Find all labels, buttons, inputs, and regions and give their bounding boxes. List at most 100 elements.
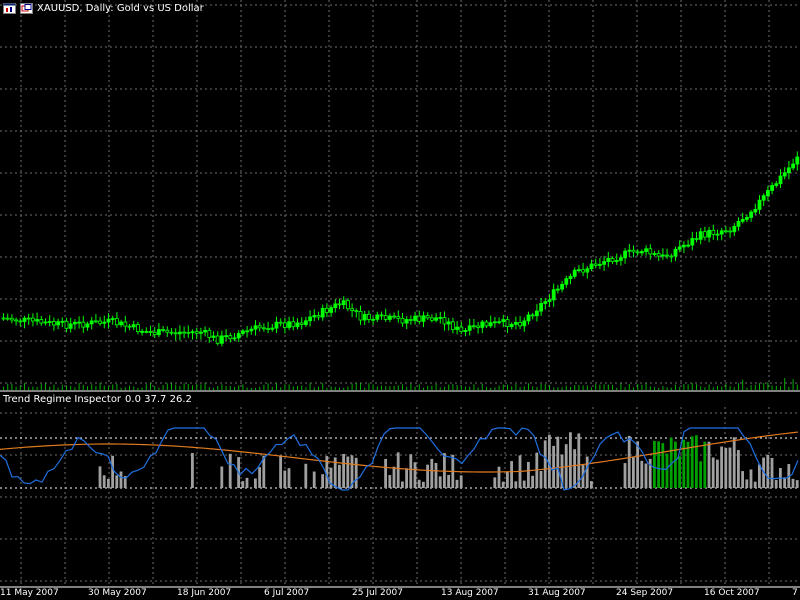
candle-body	[89, 320, 94, 325]
histogram-bar	[501, 481, 505, 488]
histogram-bar	[636, 441, 639, 488]
candle-body	[22, 317, 27, 322]
candle-body	[299, 322, 304, 325]
candle-body	[484, 321, 489, 327]
candle-body	[547, 299, 552, 302]
histogram-bar	[648, 458, 652, 488]
candle-body	[677, 246, 682, 250]
candle-body	[581, 269, 585, 273]
candle-body	[354, 310, 359, 312]
candle-body	[52, 321, 56, 326]
candle-body	[539, 303, 543, 312]
candle-body	[585, 268, 590, 273]
restore-window-icon[interactable]	[20, 2, 33, 14]
histogram-bar	[552, 445, 555, 488]
candle-body	[165, 329, 170, 333]
candle-body	[686, 244, 690, 247]
indicator-name: Trend Regime Inspector	[3, 394, 122, 405]
time-label: 6 Jul 2007	[264, 588, 310, 598]
histogram-bar	[531, 475, 534, 488]
price-chart[interactable]	[0, 0, 800, 392]
indicator-value-2: 37.7	[144, 394, 167, 405]
histogram-bar	[119, 471, 123, 488]
candle-body	[732, 225, 737, 233]
histogram-bar	[409, 454, 413, 488]
candle-body	[610, 258, 615, 262]
histogram-bar	[686, 441, 690, 488]
histogram-bar	[447, 474, 450, 488]
candle-body	[417, 315, 422, 322]
candle-body	[703, 231, 707, 238]
candle-body	[77, 321, 81, 324]
candle-body	[30, 317, 35, 322]
histogram-bar	[422, 481, 425, 488]
candle-body	[627, 249, 632, 252]
candle-body	[782, 172, 787, 177]
candle-body	[560, 283, 564, 290]
candle-body	[245, 330, 250, 333]
candle-body	[404, 319, 409, 324]
histogram-bar	[573, 449, 576, 488]
histogram-bar	[737, 450, 740, 488]
candle-body	[47, 321, 52, 323]
histogram-bar	[682, 439, 686, 488]
histogram-bar	[338, 464, 341, 488]
histogram-bar	[653, 440, 656, 488]
candle-body	[673, 248, 678, 257]
candle-body	[270, 327, 275, 330]
candle-body	[724, 230, 728, 233]
histogram-bar	[539, 470, 543, 488]
histogram-bar	[699, 461, 702, 488]
histogram-bar	[417, 479, 421, 488]
candle-body	[745, 217, 749, 220]
candle-body	[514, 322, 518, 325]
histogram-bar	[312, 471, 316, 488]
histogram-bar	[396, 452, 400, 488]
histogram-bar	[766, 454, 770, 488]
candle-body	[669, 255, 674, 258]
histogram-bar	[228, 453, 232, 488]
candle-body	[366, 313, 371, 320]
candle-body	[728, 230, 732, 233]
candle-body	[463, 330, 468, 333]
histogram-bar	[644, 463, 648, 488]
candle-body	[652, 253, 657, 255]
candle-body	[81, 321, 86, 328]
histogram-bar	[254, 478, 257, 488]
candle-body	[18, 320, 23, 323]
histogram-bar	[258, 467, 261, 488]
histogram-bar	[674, 441, 677, 488]
histogram-bar	[657, 441, 660, 488]
candle-body	[383, 315, 388, 320]
candle-body	[102, 321, 107, 324]
candle-body	[614, 260, 619, 262]
candle-body	[240, 330, 245, 334]
candle-body	[509, 323, 514, 328]
candle-body	[379, 314, 384, 317]
candle-body	[715, 233, 720, 236]
candle-body	[119, 321, 123, 326]
candle-body	[661, 254, 665, 257]
candle-body	[421, 315, 426, 322]
histogram-bar	[741, 471, 744, 488]
candle-body	[736, 220, 741, 227]
bar-chart-window-icon[interactable]	[3, 2, 16, 14]
histogram-bar	[695, 435, 698, 488]
candle-body	[375, 314, 380, 320]
histogram-bar	[585, 456, 589, 488]
histogram-bar	[590, 481, 593, 488]
histogram-bar	[724, 447, 728, 488]
candle-body	[14, 319, 19, 322]
candle-body	[144, 330, 149, 333]
candle-body	[711, 229, 716, 235]
candle-body	[26, 317, 31, 320]
histogram-bar	[115, 475, 119, 488]
candle-body	[656, 253, 661, 257]
candle-body	[589, 263, 594, 270]
candle-body	[115, 318, 119, 326]
indicator-chart[interactable]	[0, 392, 800, 588]
candle-body	[5, 317, 10, 320]
histogram-bar	[426, 464, 429, 488]
candle-body	[774, 183, 779, 186]
candle-body	[694, 238, 699, 240]
